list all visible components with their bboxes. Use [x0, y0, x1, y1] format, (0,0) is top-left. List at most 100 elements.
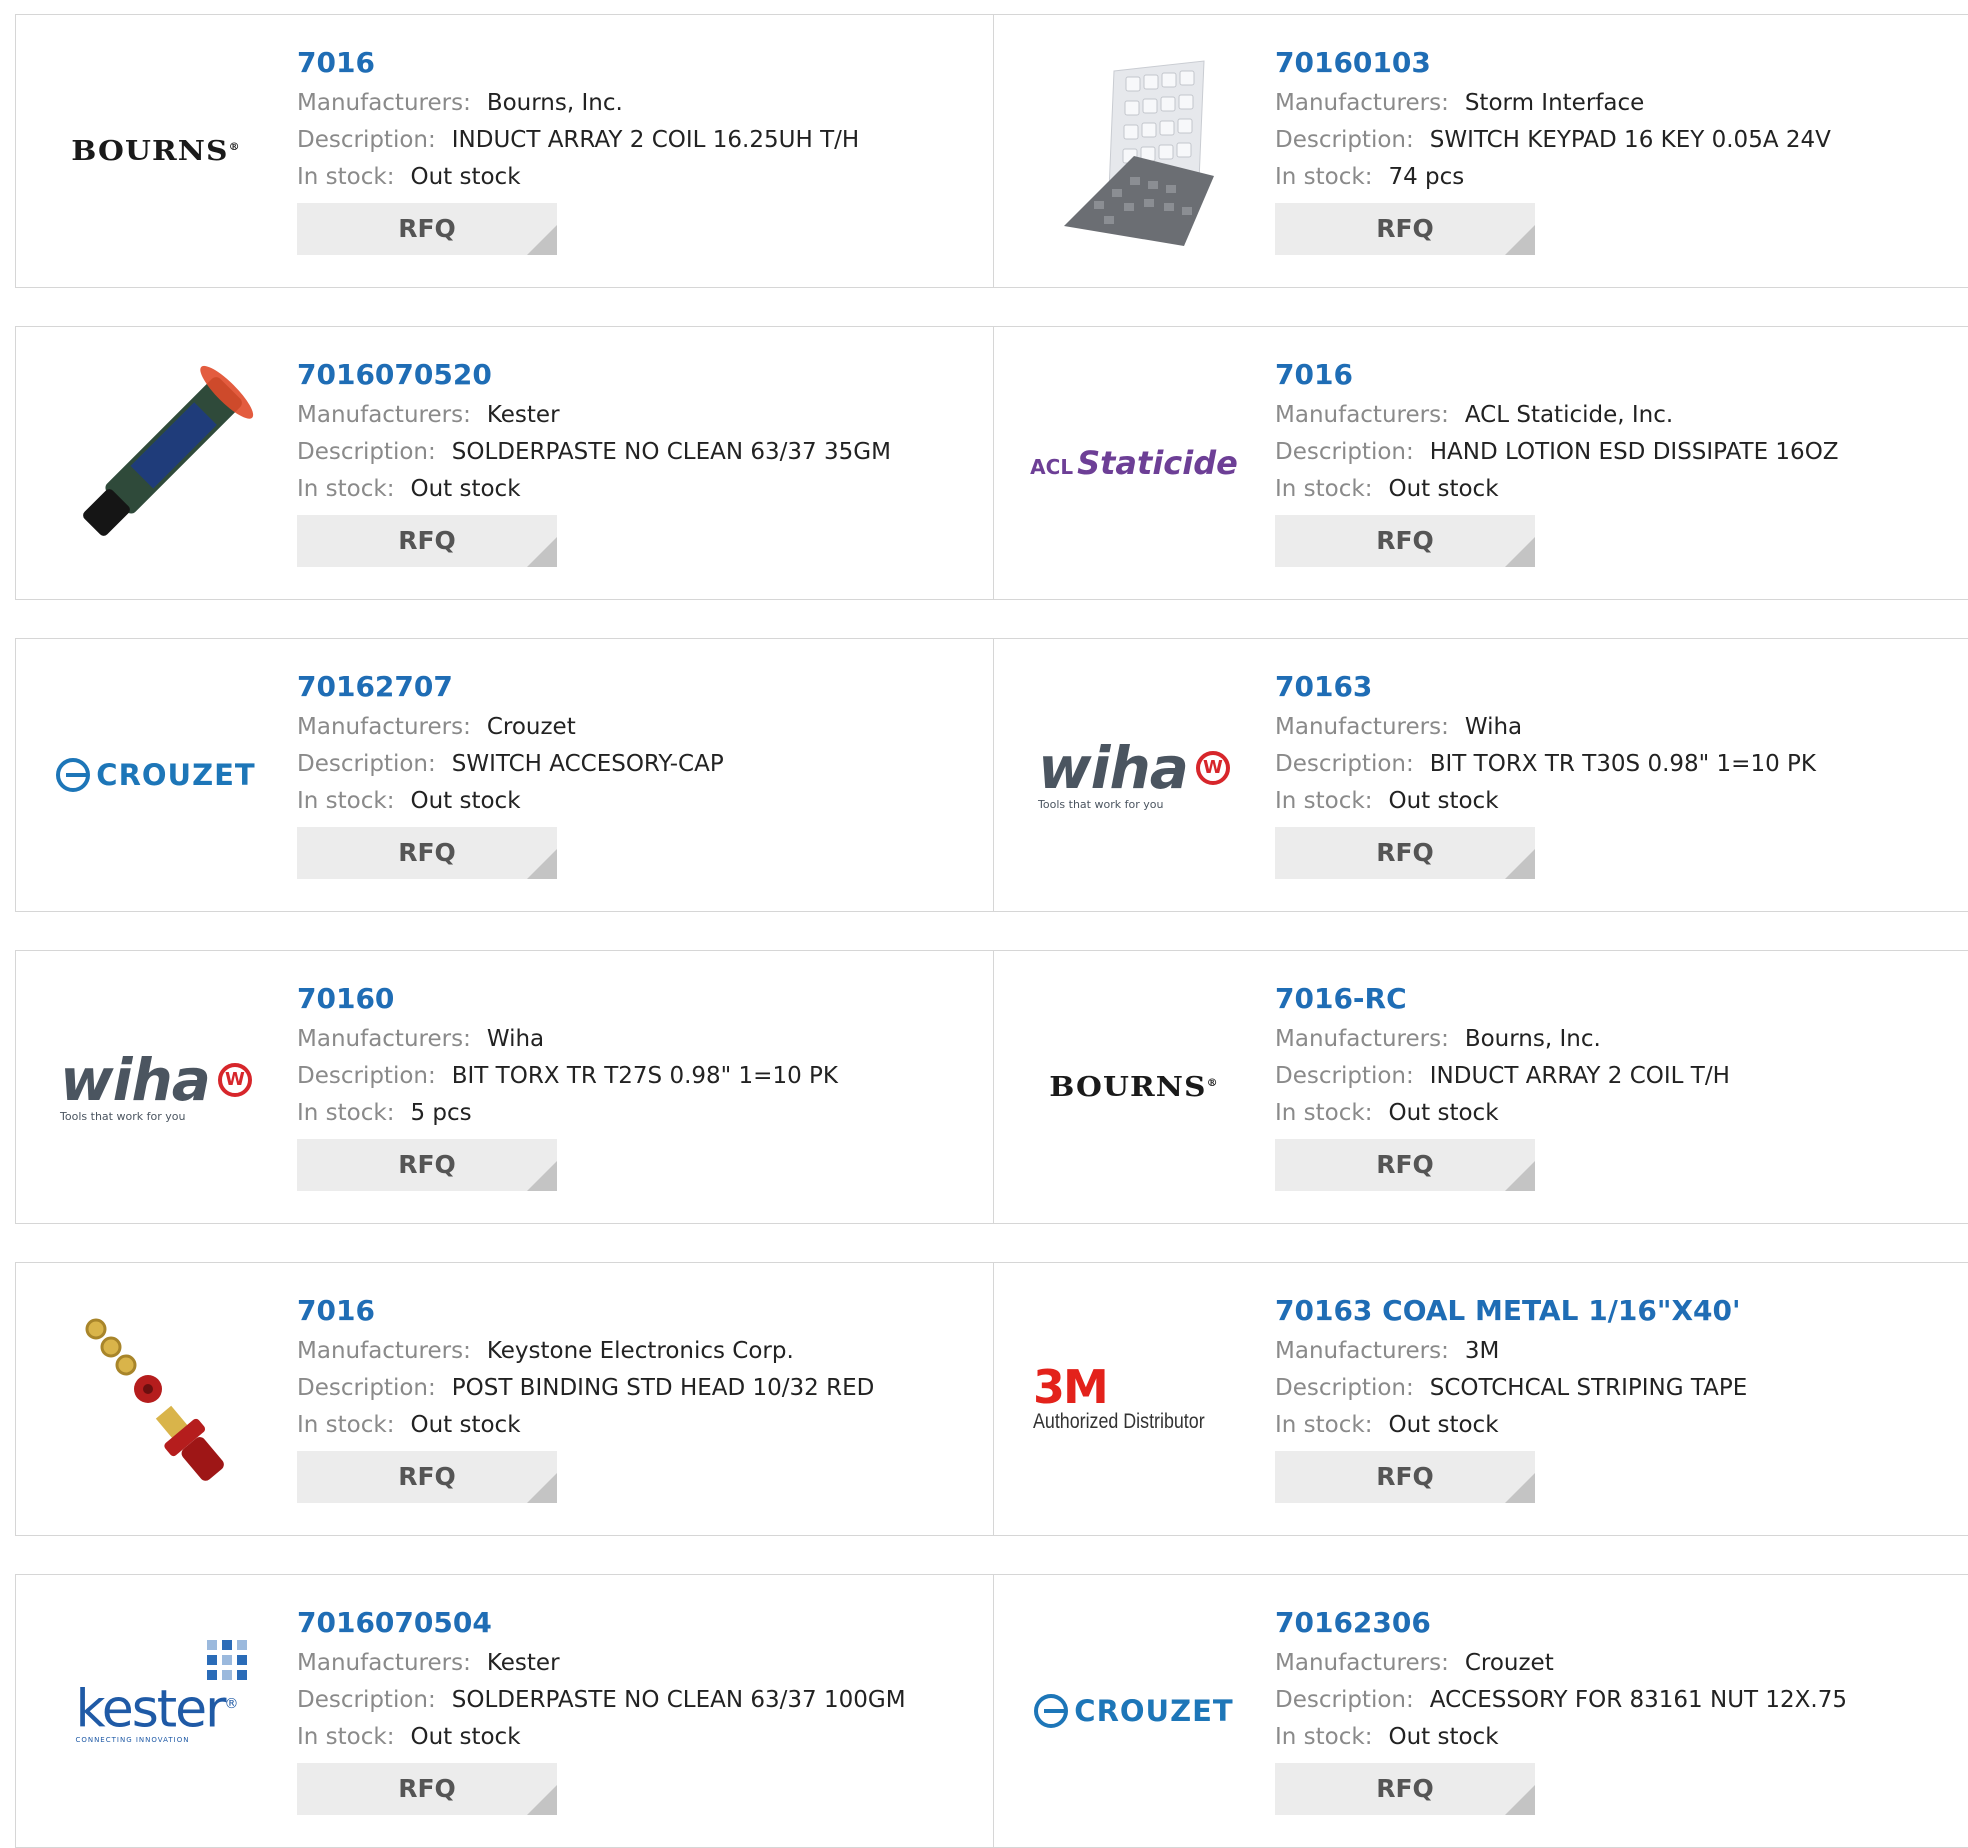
description-label: Description:: [297, 1687, 436, 1713]
rfq-button[interactable]: RFQ: [1275, 515, 1535, 567]
product-card: 7016070520 Manufacturers: Kester Descript…: [16, 327, 994, 599]
stock-value: Out stock: [410, 164, 521, 190]
rfq-button[interactable]: RFQ: [297, 1451, 557, 1503]
binding-post-image: [56, 1299, 256, 1499]
description-label: Description:: [1275, 439, 1414, 465]
description-label: Description:: [297, 127, 436, 153]
part-number-link[interactable]: 70163 COAL METAL 1/16"X40': [1275, 1293, 1747, 1333]
rfq-button[interactable]: RFQ: [297, 827, 557, 879]
in-stock-label: In stock:: [1275, 164, 1373, 190]
in-stock-label: In stock:: [1275, 1412, 1373, 1438]
keypad-image: [1034, 51, 1234, 251]
manufacturers-label: Manufacturers:: [297, 402, 471, 428]
manufacturers-label: Manufacturers:: [297, 714, 471, 740]
stock-value: Out stock: [410, 1724, 521, 1750]
stock-value: Out stock: [1388, 1100, 1499, 1126]
manufacturers-label: Manufacturers:: [1275, 1026, 1449, 1052]
stock-value: Out stock: [410, 788, 521, 814]
description-label: Description:: [1275, 127, 1414, 153]
crouzet-mark-icon: [1034, 1694, 1069, 1728]
part-number-link[interactable]: 7016: [297, 1293, 874, 1333]
description-label: Description:: [297, 1063, 436, 1089]
product-card: wiha W Tools that work for you 70160 Manu…: [16, 951, 994, 1223]
product-card: CROUZET 70162707 Manufacturers: Crouzet D…: [16, 639, 994, 911]
description-value: BIT TORX TR T27S 0.98" 1=10 PK: [451, 1063, 838, 1089]
part-number-link[interactable]: 70162306: [1275, 1605, 1847, 1645]
manufacturer-value: Keystone Electronics Corp.: [486, 1338, 794, 1364]
bourns-logo: BOURNS®: [71, 135, 241, 167]
stock-value: Out stock: [410, 476, 521, 502]
part-number-link[interactable]: 7016: [297, 45, 859, 85]
rfq-button[interactable]: RFQ: [1275, 1451, 1535, 1503]
description-value: INDUCT ARRAY 2 COIL 16.25UH T/H: [451, 127, 860, 153]
manufacturers-label: Manufacturers:: [297, 1338, 471, 1364]
rfq-button[interactable]: RFQ: [297, 1763, 557, 1815]
manufacturer-value: Kester: [486, 402, 560, 428]
stock-value: Out stock: [1388, 788, 1499, 814]
in-stock-label: In stock:: [1275, 1100, 1373, 1126]
stock-value: Out stock: [1388, 476, 1499, 502]
product-card: BOURNS® 7016-RC Manufacturers: Bourns, In…: [994, 951, 1968, 1223]
description-value: SCOTCHCAL STRIPING TAPE: [1429, 1375, 1748, 1401]
in-stock-label: In stock:: [1275, 1724, 1373, 1750]
stock-value: Out stock: [1388, 1412, 1499, 1438]
part-number-link[interactable]: 70163: [1275, 669, 1816, 709]
stock-value: 74 pcs: [1388, 164, 1465, 190]
product-card: 70160103 Manufacturers: Storm Interface D…: [994, 15, 1968, 287]
in-stock-label: In stock:: [297, 1100, 395, 1126]
manufacturers-label: Manufacturers:: [1275, 714, 1449, 740]
description-value: POST BINDING STD HEAD 10/32 RED: [451, 1375, 875, 1401]
in-stock-label: In stock:: [297, 788, 395, 814]
product-card: wiha W Tools that work for you 70163 Manu…: [994, 639, 1968, 911]
part-number-link[interactable]: 7016070520: [297, 357, 891, 397]
rfq-button[interactable]: RFQ: [1275, 1763, 1535, 1815]
part-number-link[interactable]: 70162707: [297, 669, 724, 709]
crouzet-mark-icon: [56, 758, 91, 792]
description-value: SWITCH KEYPAD 16 KEY 0.05A 24V: [1429, 127, 1831, 153]
manufacturers-label: Manufacturers:: [1275, 1650, 1449, 1676]
description-value: SWITCH ACCESORY-CAP: [451, 751, 724, 777]
part-number-link[interactable]: 7016070504: [297, 1605, 906, 1645]
acl-staticide-logo: ACL Staticide: [1030, 444, 1238, 482]
manufacturer-value: Bourns, Inc.: [1464, 1026, 1601, 1052]
description-value: SOLDERPASTE NO CLEAN 63/37 100GM: [451, 1687, 906, 1713]
manufacturer-value: Bourns, Inc.: [486, 90, 623, 116]
description-value: BIT TORX TR T30S 0.98" 1=10 PK: [1429, 751, 1816, 777]
description-label: Description:: [297, 751, 436, 777]
product-card: 7016 Manufacturers: Keystone Electronics …: [16, 1263, 994, 1535]
manufacturer-value: ACL Staticide, Inc.: [1464, 402, 1674, 428]
wiha-logo: wiha W Tools that work for you: [56, 987, 256, 1187]
rfq-button[interactable]: RFQ: [297, 1139, 557, 1191]
manufacturer-value: Crouzet: [486, 714, 576, 740]
stock-value: Out stock: [1388, 1724, 1499, 1750]
part-number-link[interactable]: 70160: [297, 981, 838, 1021]
rfq-button[interactable]: RFQ: [297, 203, 557, 255]
rfq-button[interactable]: RFQ: [1275, 203, 1535, 255]
wiha-badge-icon: W: [1195, 750, 1230, 785]
stock-value: Out stock: [410, 1412, 521, 1438]
manufacturer-value: Crouzet: [1464, 1650, 1554, 1676]
rfq-button[interactable]: RFQ: [1275, 827, 1535, 879]
product-row: BOURNS® 7016 Manufacturers: Bourns, Inc. …: [15, 14, 1968, 288]
manufacturers-label: Manufacturers:: [297, 90, 471, 116]
in-stock-label: In stock:: [297, 1412, 395, 1438]
description-value: ACCESSORY FOR 83161 NUT 12X.75: [1429, 1687, 1848, 1713]
in-stock-label: In stock:: [297, 164, 395, 190]
rfq-button[interactable]: RFQ: [1275, 1139, 1535, 1191]
in-stock-label: In stock:: [1275, 788, 1373, 814]
product-card: CROUZET 70162306 Manufacturers: Crouzet D…: [994, 1575, 1968, 1847]
manufacturers-label: Manufacturers:: [1275, 90, 1449, 116]
part-number-link[interactable]: 7016: [1275, 357, 1839, 397]
description-label: Description:: [1275, 751, 1414, 777]
bourns-logo: BOURNS®: [1049, 1071, 1219, 1103]
solder-syringe-image: [56, 363, 256, 563]
part-number-link[interactable]: 70160103: [1275, 45, 1831, 85]
crouzet-logo: CROUZET: [56, 675, 256, 875]
stock-value: 5 pcs: [410, 1100, 472, 1126]
manufacturers-label: Manufacturers:: [1275, 402, 1449, 428]
in-stock-label: In stock:: [297, 1724, 395, 1750]
product-row: kester® CONNECTING INNOVATION 7016070504…: [15, 1574, 1968, 1848]
part-number-link[interactable]: 7016-RC: [1275, 981, 1730, 1021]
manufacturer-value: Wiha: [486, 1026, 545, 1052]
rfq-button[interactable]: RFQ: [297, 515, 557, 567]
